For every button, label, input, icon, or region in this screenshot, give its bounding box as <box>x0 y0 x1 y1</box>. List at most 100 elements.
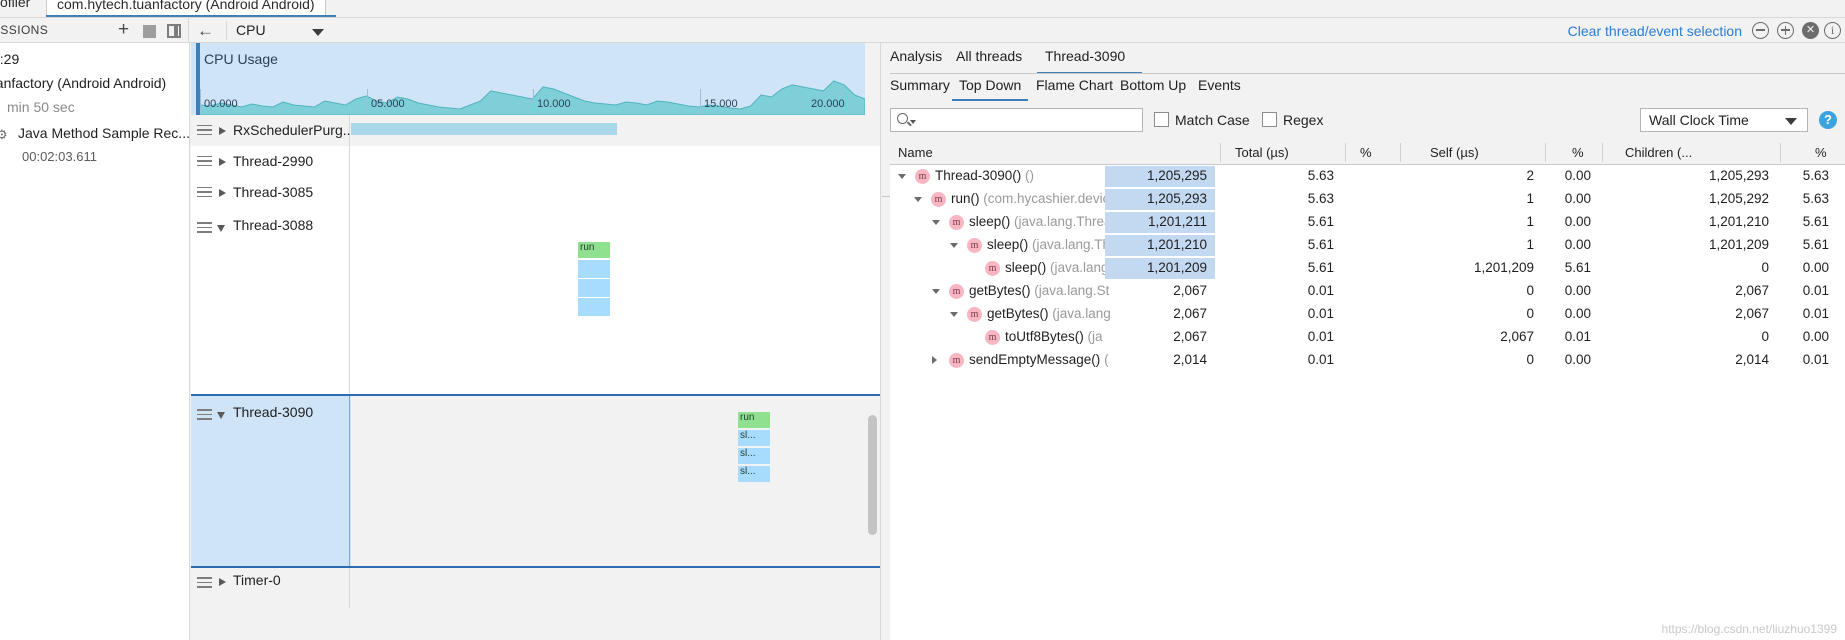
thread-header[interactable]: Thread-3090 <box>191 396 350 566</box>
thread-header[interactable]: Thread-3085 <box>191 177 350 208</box>
thread-track[interactable] <box>351 115 881 146</box>
trace-chunk[interactable]: run <box>578 242 610 258</box>
chevron-right-icon[interactable] <box>219 126 226 135</box>
zoom-out-icon[interactable] <box>1752 22 1769 39</box>
thread-row-2990[interactable]: Thread-2990 <box>191 146 881 177</box>
chevron-right-icon[interactable] <box>219 157 226 166</box>
column-header-total-pct[interactable]: % <box>1360 145 1372 160</box>
chevron-down-icon[interactable] <box>217 225 225 232</box>
stop-icon[interactable] <box>143 25 156 38</box>
cpu-usage-chart[interactable]: 00.000 05.000 10.000 15.000 20.000 CPU U… <box>191 43 865 115</box>
clear-selection-link[interactable]: Clear thread/event selection <box>1568 23 1742 39</box>
table-row[interactable]: m run() (com.hycashier.devic 1,205,293 5.63… <box>890 188 1845 211</box>
search-input[interactable] <box>917 112 1137 130</box>
back-arrow-icon[interactable]: ← <box>197 21 214 41</box>
chevron-right-icon[interactable] <box>219 188 226 197</box>
thread-track[interactable] <box>351 146 881 177</box>
column-divider[interactable] <box>1545 143 1546 162</box>
column-header-children[interactable]: Children (... <box>1625 145 1692 160</box>
thread-header[interactable]: Timer-0 <box>191 568 350 608</box>
drag-handle-icon[interactable] <box>197 155 212 167</box>
plus-icon[interactable]: + <box>118 20 129 39</box>
drag-handle-icon[interactable] <box>197 409 212 420</box>
zoom-in-icon[interactable] <box>1777 22 1794 39</box>
trace-chunk[interactable] <box>578 260 610 278</box>
chevron-right-icon[interactable] <box>219 578 226 586</box>
chevron-down-icon[interactable] <box>312 29 324 36</box>
chevron-down-icon[interactable] <box>217 412 225 419</box>
column-divider[interactable] <box>1345 143 1346 162</box>
chevron-down-icon[interactable] <box>898 174 906 179</box>
match-case-checkbox[interactable] <box>1154 112 1169 127</box>
chevron-down-icon[interactable] <box>932 289 940 294</box>
thread-row-timer0[interactable]: Timer-0 <box>191 568 881 608</box>
match-case-label[interactable]: Match Case <box>1175 112 1250 128</box>
chevron-down-icon[interactable] <box>910 120 916 124</box>
drag-handle-icon[interactable] <box>197 577 212 588</box>
column-divider[interactable] <box>1602 143 1603 162</box>
thread-track[interactable] <box>351 177 881 208</box>
thread-row-3088[interactable]: Thread-3088 run <box>191 208 881 394</box>
column-header-self[interactable]: Self (µs) <box>1430 145 1479 160</box>
column-divider[interactable] <box>1780 143 1781 162</box>
regex-label[interactable]: Regex <box>1283 112 1323 128</box>
timeline-scrollbar[interactable] <box>868 415 877 535</box>
table-row[interactable]: m getBytes() (java.lang.St 2,067 0.01 0 0.00 2… <box>890 280 1845 303</box>
column-header-name[interactable]: Name <box>898 145 933 160</box>
table-row[interactable]: m Thread-3090() () 1,205,295 5.63 2 0.00 1,205… <box>890 165 1845 188</box>
tab-summary[interactable]: Summary <box>890 77 950 93</box>
thread-header[interactable]: RxSchedulerPurg... <box>191 115 354 146</box>
recording-name[interactable]: Java Method Sample Rec... <box>18 125 190 141</box>
reset-zoom-icon[interactable]: ✕ <box>1802 22 1819 39</box>
info-icon[interactable]: i <box>1824 22 1841 39</box>
tab-thread-3090[interactable]: Thread-3090 <box>1045 48 1125 64</box>
table-row[interactable]: m toUtf8Bytes() (ja 2,067 0.01 2,067 0.01 0 0.0… <box>890 326 1845 349</box>
session-app-name[interactable]: uanfactory (Android Android) <box>0 75 166 91</box>
column-divider[interactable] <box>1220 143 1221 162</box>
trace-chunk[interactable]: sl... <box>738 448 770 464</box>
trace-chunk[interactable]: sl... <box>738 466 770 482</box>
trace-chunk[interactable] <box>578 298 610 316</box>
chevron-down-icon[interactable] <box>1785 118 1797 125</box>
tab-analysis[interactable]: Analysis <box>890 48 942 64</box>
table-row[interactable]: m sleep() (java.lang.Th 1,201,210 5.61 1 0.00… <box>890 234 1845 257</box>
table-row[interactable]: m sleep() (java.lang.Threa 1,201,211 5.61 1 0… <box>890 211 1845 234</box>
thread-row-3090-selected[interactable]: Thread-3090 run sl... sl... sl... <box>191 394 881 568</box>
tab-all-threads[interactable]: All threads <box>956 48 1022 64</box>
trace-chunk[interactable]: run <box>738 412 770 428</box>
tab-flame-chart[interactable]: Flame Chart <box>1036 77 1113 93</box>
drag-handle-icon[interactable] <box>197 222 212 233</box>
thread-header[interactable]: Thread-3088 <box>191 208 350 394</box>
table-row[interactable]: m sendEmptyMessage() (2,014 0.01 0 0.00 2,014… <box>890 349 1845 372</box>
profiler-selector-label[interactable]: CPU <box>236 22 266 38</box>
split-pane-icon[interactable] <box>167 24 181 38</box>
search-box[interactable] <box>890 108 1143 132</box>
thread-row-rxscheduler[interactable]: RxSchedulerPurg... <box>191 115 881 146</box>
help-icon[interactable]: ? <box>1819 111 1837 129</box>
thread-header[interactable]: Thread-2990 <box>191 146 350 177</box>
drag-handle-icon[interactable] <box>197 124 212 136</box>
column-header-children-pct[interactable]: % <box>1815 145 1827 160</box>
regex-checkbox[interactable] <box>1262 112 1277 127</box>
thread-track[interactable]: run <box>351 208 881 394</box>
table-row[interactable]: m getBytes() (java.lang 2,067 0.01 0 0.00 2,06… <box>890 303 1845 326</box>
table-row[interactable]: m sleep() (java.lang 1,201,209 5.61 1,201,20… <box>890 257 1845 280</box>
trace-chunk[interactable] <box>578 279 610 297</box>
tab-bottom-up[interactable]: Bottom Up <box>1120 77 1186 93</box>
tab-events[interactable]: Events <box>1198 77 1241 93</box>
clock-type-select[interactable]: Wall Clock Time <box>1640 108 1808 132</box>
chevron-down-icon[interactable] <box>950 243 958 248</box>
thread-track[interactable] <box>351 568 881 608</box>
chevron-down-icon[interactable] <box>950 312 958 317</box>
chevron-down-icon[interactable] <box>914 197 922 202</box>
drag-handle-icon[interactable] <box>197 186 212 198</box>
tab-top-down[interactable]: Top Down <box>959 77 1021 93</box>
thread-track[interactable]: run sl... sl... sl... <box>351 396 881 566</box>
chevron-down-icon[interactable] <box>932 220 940 225</box>
column-header-total[interactable]: Total (µs) <box>1235 145 1289 160</box>
column-header-self-pct[interactable]: % <box>1572 145 1584 160</box>
column-divider[interactable] <box>1400 143 1401 162</box>
thread-row-3085[interactable]: Thread-3085 <box>191 177 881 208</box>
chevron-right-icon[interactable] <box>932 356 937 364</box>
trace-chunk[interactable]: sl... <box>738 430 770 446</box>
